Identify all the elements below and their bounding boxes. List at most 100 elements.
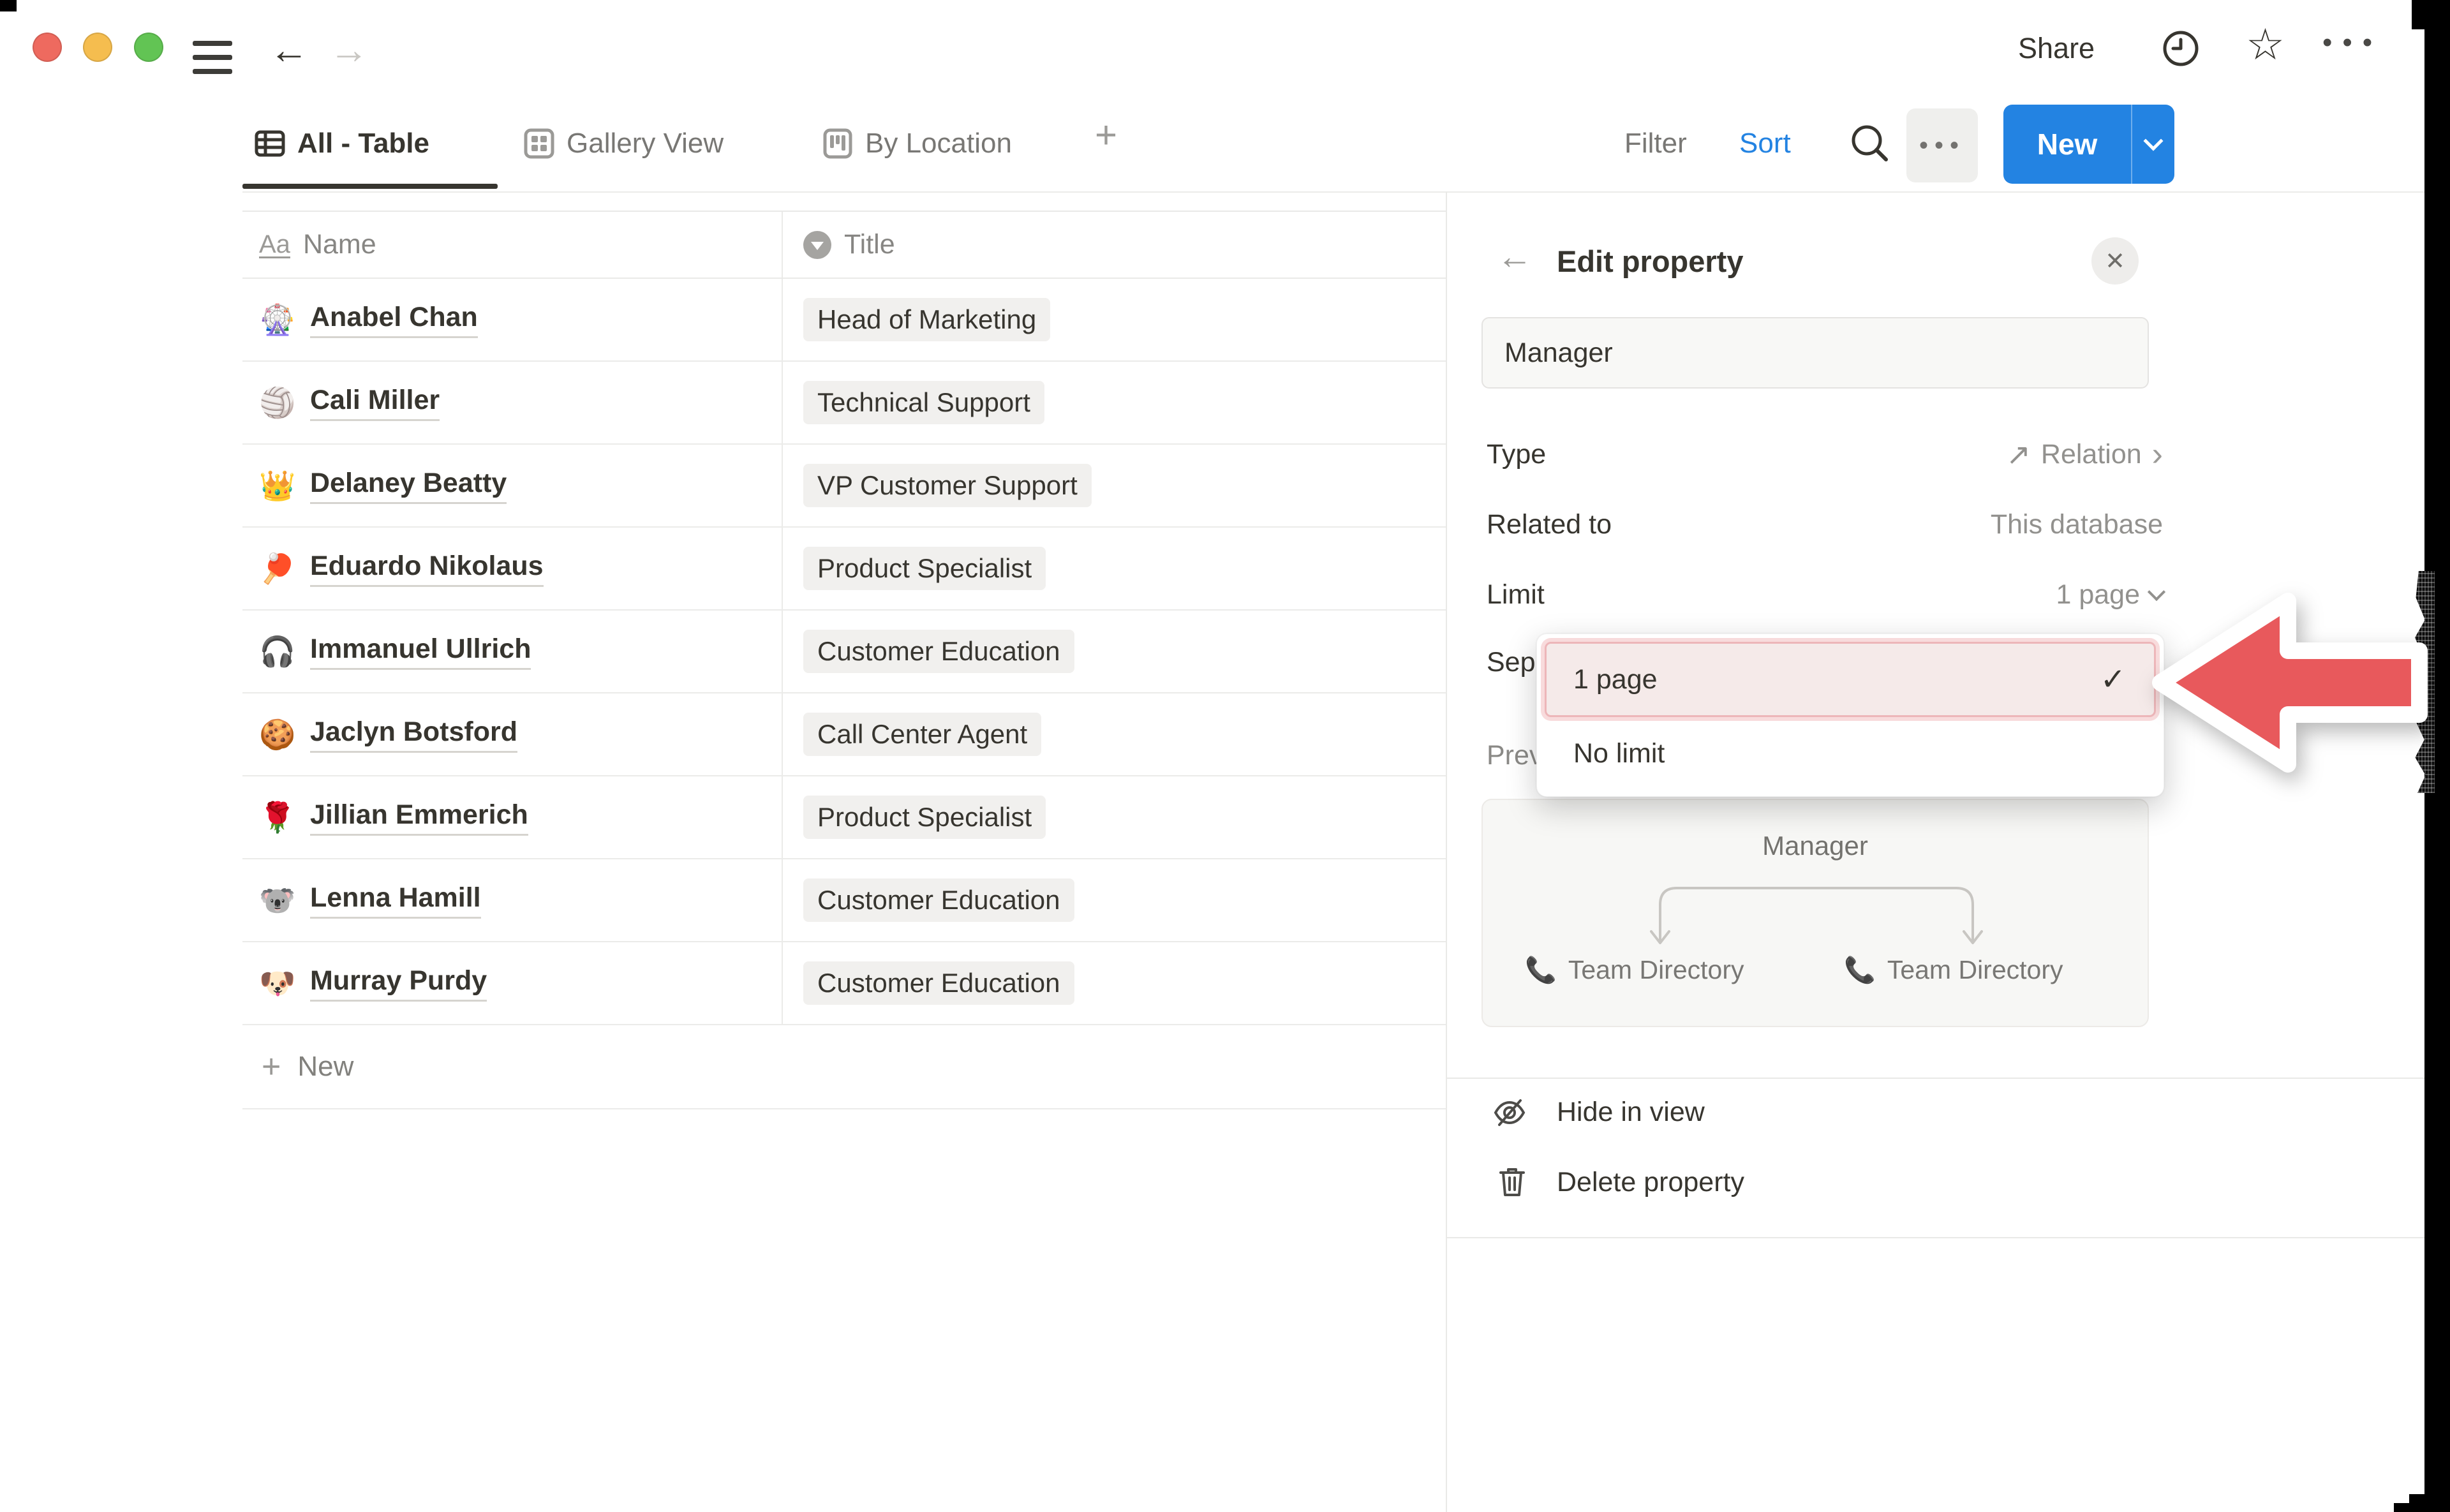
traffic-light-minimize-button[interactable]: [83, 33, 112, 62]
row-emoji-icon: 🐨: [259, 883, 295, 918]
property-name-input[interactable]: Manager: [1481, 317, 2149, 389]
person-name-link[interactable]: Jaclyn Botsford: [310, 716, 517, 753]
add-view-button[interactable]: +: [1095, 116, 1117, 154]
select-property-icon: [803, 231, 831, 259]
updates-clock-icon[interactable]: [2160, 28, 2201, 69]
phone-emoji-icon: 📞: [1525, 955, 1557, 985]
row-emoji-icon: 🏓: [259, 551, 295, 586]
field-value-related-to[interactable]: This database: [1991, 507, 2163, 542]
panel-section-divider: [1446, 1078, 2424, 1079]
view-options-button[interactable]: •••: [1906, 108, 1978, 182]
screenshot-edge-corner-wedge: [2394, 1503, 2426, 1512]
person-name-link[interactable]: Eduardo Nikolaus: [310, 551, 544, 587]
share-button[interactable]: Share: [2018, 32, 2095, 65]
close-icon: ✕: [2105, 247, 2125, 276]
trash-icon: [1494, 1164, 1530, 1199]
limit-dropdown-menu: 1 page ✓ No limit: [1536, 634, 2164, 797]
row-emoji-icon: 🌹: [259, 800, 295, 835]
row-emoji-icon: 🎧: [259, 634, 295, 669]
panel-close-button[interactable]: ✕: [2091, 237, 2139, 285]
table-row[interactable]: 🏐 Cali Miller Technical Support: [242, 362, 1446, 445]
person-name-link[interactable]: Delaney Beatty: [310, 468, 507, 504]
table-row[interactable]: 🐨 Lenna Hamill Customer Education: [242, 859, 1446, 942]
row-emoji-icon: 🏐: [259, 385, 295, 420]
traffic-light-close-button[interactable]: [33, 33, 62, 62]
person-name-link[interactable]: Immanuel Ullrich: [310, 634, 531, 670]
search-icon[interactable]: [1849, 122, 1891, 165]
title-tag: Head of Marketing: [803, 298, 1050, 341]
column-header-name[interactable]: Aa Name: [242, 212, 782, 278]
title-cell[interactable]: Product Specialist: [782, 776, 1446, 858]
person-name-link[interactable]: Murray Purdy: [310, 965, 487, 1002]
table-row[interactable]: 🍪 Jaclyn Botsford Call Center Agent: [242, 693, 1446, 776]
panel-title: Edit property: [1557, 244, 1743, 279]
table-row[interactable]: 👑Delaney Beatty VP Customer Support: [242, 445, 1446, 528]
board-view-icon: [822, 128, 854, 159]
person-name-link[interactable]: Cali Miller: [310, 385, 440, 421]
title-cell[interactable]: Product Specialist: [782, 528, 1446, 609]
title-cell[interactable]: Customer Education: [782, 611, 1446, 692]
active-tab-underline: [242, 184, 498, 189]
sidebar-menu-icon[interactable]: [193, 41, 232, 74]
table-row[interactable]: 🌹 Jillian Emmerich Product Specialist: [242, 776, 1446, 859]
preview-child-label: Team Directory: [1887, 955, 2063, 985]
row-emoji-icon: 🐶: [259, 966, 295, 1001]
person-name-link[interactable]: Lenna Hamill: [310, 882, 481, 919]
hide-in-view-button[interactable]: Hide in view: [1557, 1097, 1705, 1128]
title-cell[interactable]: Call Center Agent: [782, 693, 1446, 775]
filter-button[interactable]: Filter: [1624, 128, 1687, 159]
field-label-separate-clipped: Sep: [1487, 647, 1536, 678]
title-cell[interactable]: VP Customer Support: [782, 445, 1446, 526]
dropdown-option-1-page[interactable]: 1 page ✓: [1545, 642, 2156, 717]
field-value-type[interactable]: ↗ Relation ›: [2006, 436, 2163, 472]
screenshot-edge-notch: [2412, 0, 2426, 29]
new-row-button[interactable]: + New: [242, 1025, 1446, 1109]
new-button-label: New: [2003, 105, 2131, 184]
delete-property-button[interactable]: Delete property: [1557, 1167, 1744, 1198]
table-row[interactable]: 🐶 Murray Purdy Customer Education: [242, 942, 1446, 1025]
related-to-value: This database: [1991, 509, 2163, 540]
relation-preview-card: Manager 📞 Team Directory 📞 Team Director…: [1481, 799, 2149, 1027]
panel-back-button[interactable]: ←: [1497, 239, 1533, 274]
title-tag: Call Center Agent: [803, 713, 1041, 756]
title-cell[interactable]: Customer Education: [782, 859, 1446, 941]
new-dropdown-button[interactable]: [2132, 105, 2174, 184]
table-row[interactable]: 🎡Anabel Chan Head of Marketing: [242, 279, 1446, 362]
page-options-ellipsis-icon[interactable]: •••: [2322, 27, 2382, 59]
title-cell[interactable]: Head of Marketing: [782, 279, 1446, 360]
title-cell[interactable]: Customer Education: [782, 942, 1446, 1024]
tab-gallery-view[interactable]: Gallery View: [523, 125, 724, 162]
tab-label: Gallery View: [567, 125, 724, 162]
table-row[interactable]: 🏓 Eduardo Nikolaus Product Specialist: [242, 528, 1446, 611]
chevron-down-icon: [2143, 131, 2163, 151]
title-tag: VP Customer Support: [803, 464, 1092, 507]
field-label-preview-clipped: Prev: [1487, 740, 1543, 771]
dropdown-option-no-limit[interactable]: No limit: [1545, 717, 2156, 790]
screenshot-root: ← → Share ☆ ••• All - Table: [0, 0, 2450, 1512]
person-name-link[interactable]: Anabel Chan: [310, 302, 478, 338]
traffic-light-zoom-button[interactable]: [134, 33, 163, 62]
row-emoji-icon: 🍪: [259, 717, 295, 752]
tab-all-table[interactable]: All - Table: [254, 125, 429, 162]
favorite-star-icon[interactable]: ☆: [2246, 23, 2285, 66]
annotation-arrow-left-icon: [2149, 573, 2436, 793]
gallery-view-icon: [523, 128, 555, 159]
forward-button: →: [329, 31, 369, 70]
field-value-limit[interactable]: 1 page: [2056, 577, 2163, 612]
limit-value: 1 page: [2056, 579, 2140, 611]
sort-button[interactable]: Sort: [1739, 128, 1791, 159]
preview-child-label: Team Directory: [1568, 955, 1744, 985]
title-tag: Product Specialist: [803, 796, 1046, 839]
tab-by-location[interactable]: By Location: [822, 125, 1012, 162]
table-row[interactable]: 🎧 Immanuel Ullrich Customer Education: [242, 611, 1446, 693]
person-name-link[interactable]: Jillian Emmerich: [310, 799, 528, 836]
title-tag: Customer Education: [803, 878, 1074, 922]
column-header-title[interactable]: Title: [782, 212, 1446, 278]
preview-child-page: 📞 Team Directory: [1844, 955, 2063, 985]
column-label: Title: [844, 229, 895, 260]
title-cell[interactable]: Technical Support: [782, 362, 1446, 443]
back-button[interactable]: ←: [269, 31, 309, 70]
checkmark-icon: ✓: [2100, 662, 2126, 697]
text-property-icon: Aa: [259, 230, 290, 259]
new-button[interactable]: New: [2003, 105, 2174, 184]
